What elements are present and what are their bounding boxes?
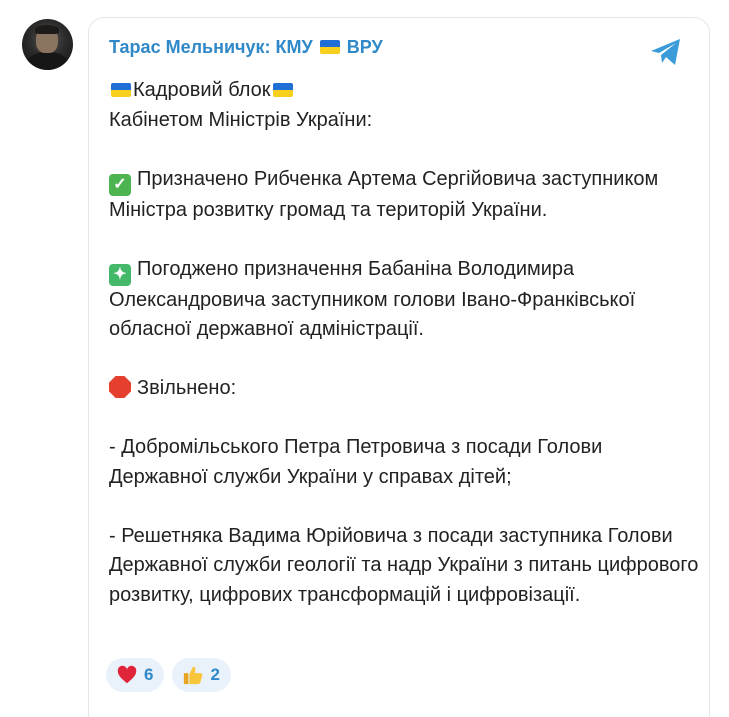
dismissed-item-1: - Добромільського Петра Петровича з поса…: [109, 436, 603, 488]
ukraine-flag-icon: [319, 40, 340, 54]
sparkle-icon: ✦: [109, 263, 131, 286]
reactions-bar: 6 2: [106, 658, 231, 692]
dismissed-paragraph: Звільнено:: [109, 374, 699, 404]
appointed-paragraph: ✓ Призначено Рибченка Артема Сергійовича …: [109, 165, 699, 226]
appointed-text: Призначено Рибченка Артема Сергійовича з…: [109, 167, 659, 221]
ukraine-flag-icon: [111, 83, 131, 97]
reaction-heart-button[interactable]: 6: [106, 658, 165, 692]
message-card: Тарас Мельничук: КМУ ВРУ Кадровий блок К…: [88, 17, 710, 717]
channel-name-part2: ВРУ: [346, 37, 383, 57]
channel-name-link[interactable]: Тарас Мельничук: КМУ ВРУ: [109, 37, 383, 58]
agreed-paragraph: ✦ Погоджено призначення Бабаніна Володими…: [109, 255, 699, 345]
avatar-hair: [35, 25, 59, 34]
ukraine-flag-icon: [272, 83, 293, 97]
channel-avatar[interactable]: [22, 19, 73, 70]
agreed-text: Погоджено призначення Бабаніна Володимир…: [109, 257, 636, 341]
check-mark-icon: ✓: [109, 173, 131, 196]
message-body: Кадровий блок Кабінетом Міністрів Україн…: [109, 76, 699, 610]
message-header-line1: Кадровий блок: [109, 76, 699, 106]
avatar-body: [26, 52, 69, 70]
thumbs-up-icon: [184, 666, 203, 685]
channel-name-part1: Тарас Мельничук: КМУ: [109, 37, 313, 57]
reaction-thumbs-up-button[interactable]: 2: [172, 658, 231, 692]
dismissed-label: Звільнено:: [137, 377, 237, 399]
telegram-icon[interactable]: [649, 35, 683, 69]
reaction-count: 2: [210, 665, 220, 684]
stop-sign-icon: [109, 376, 131, 398]
heart-icon: [117, 665, 137, 684]
dismissed-item-2: - Решетняка Вадима Юрійовича з посади за…: [109, 524, 699, 606]
message-header-line2: Кабінетом Міністрів України:: [109, 108, 373, 131]
header-title: Кадровий блок: [133, 79, 271, 101]
reaction-count: 6: [144, 665, 154, 684]
